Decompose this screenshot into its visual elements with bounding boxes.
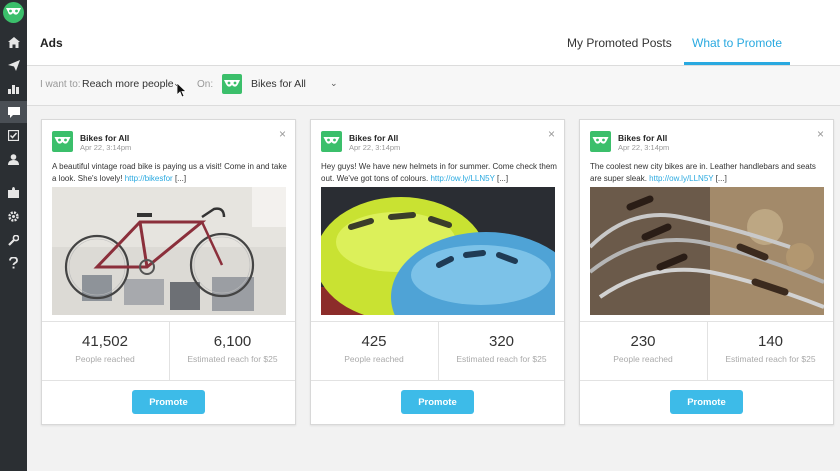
- goal-label: I want to:: [40, 79, 81, 90]
- post-link[interactable]: http://ow.ly/LLN5Y: [430, 174, 494, 183]
- post-date: Apr 22, 3:14pm: [618, 143, 670, 152]
- vintage-road-bike-photo: [52, 187, 286, 315]
- tab-my-promoted-posts[interactable]: My Promoted Posts: [567, 36, 672, 50]
- post-card: Bikes for All Apr 22, 3:14pm × Hey guys!…: [310, 119, 565, 425]
- analytics-icon[interactable]: [0, 77, 27, 99]
- tab-what-to-promote[interactable]: What to Promote: [692, 36, 782, 50]
- estimated-reach-stat: 320 Estimated reach for $25: [438, 322, 564, 380]
- post-author: Bikes for All: [349, 133, 399, 143]
- post-text: A beautiful vintage road bike is paying …: [52, 162, 287, 183]
- post-author: Bikes for All: [618, 133, 668, 143]
- close-icon[interactable]: ×: [817, 128, 824, 140]
- goal-select[interactable]: Reach more people: [82, 78, 174, 90]
- estimated-reach-value: 320: [488, 333, 515, 350]
- avatar: [590, 131, 611, 152]
- helmets-photo: [321, 187, 555, 315]
- people-reached-stat: 41,502 People reached: [42, 322, 168, 380]
- on-label: On:: [197, 79, 214, 90]
- post-link[interactable]: http://bikesfor: [125, 174, 173, 183]
- post-text: The coolest new city bikes are in. Leath…: [590, 162, 816, 183]
- apps-icon[interactable]: [0, 181, 27, 203]
- profile-chevron-down-icon[interactable]: ⌄: [330, 78, 338, 89]
- estimated-reach-label: Estimated reach for $25: [187, 354, 278, 364]
- mouse-cursor-icon: [176, 82, 188, 103]
- post-text: Hey guys! We have new helmets in for sum…: [321, 162, 557, 183]
- promote-button[interactable]: Promote: [670, 390, 743, 414]
- post-stats: 41,502 People reached 6,100 Estimated re…: [42, 321, 295, 381]
- close-icon[interactable]: ×: [279, 128, 286, 140]
- city-bikes-photo: [590, 187, 824, 315]
- profile-avatar: [222, 74, 242, 94]
- estimated-reach-label: Estimated reach for $25: [456, 354, 547, 364]
- home-icon[interactable]: [0, 31, 27, 53]
- post-card: Bikes for All Apr 22, 3:14pm × A beautif…: [41, 119, 296, 425]
- estimated-reach-value: 140: [757, 333, 784, 350]
- people-reached-label: People reached: [75, 354, 135, 364]
- owl-logo-icon[interactable]: [3, 2, 24, 23]
- people-reached-value: 425: [361, 333, 387, 350]
- ads-icon[interactable]: [0, 101, 27, 123]
- estimated-reach-stat: 140 Estimated reach for $25: [707, 322, 833, 380]
- header: Ads My Promoted Posts What to Promote: [27, 0, 840, 66]
- profile-select[interactable]: Bikes for All: [251, 78, 306, 90]
- post-stats: 230 People reached 140 Estimated reach f…: [580, 321, 833, 381]
- people-reached-label: People reached: [344, 354, 404, 364]
- people-reached-stat: 230 People reached: [580, 322, 706, 380]
- send-icon[interactable]: [0, 54, 27, 76]
- post-card: Bikes for All Apr 22, 3:14pm × The coole…: [579, 119, 834, 425]
- people-reached-stat: 425 People reached: [311, 322, 437, 380]
- post-link[interactable]: http://ow.ly/LLN5Y: [649, 174, 713, 183]
- post-date: Apr 22, 3:14pm: [349, 143, 401, 152]
- post-author: Bikes for All: [80, 133, 130, 143]
- sidebar: [0, 0, 27, 471]
- avatar: [321, 131, 342, 152]
- contacts-icon[interactable]: [0, 148, 27, 170]
- settings-icon[interactable]: [0, 205, 27, 227]
- close-icon[interactable]: ×: [548, 128, 555, 140]
- filter-bar: I want to: Reach more people ⌄ On: Bikes…: [27, 66, 840, 106]
- tools-icon[interactable]: [0, 229, 27, 251]
- post-date: Apr 22, 3:14pm: [80, 143, 132, 152]
- assignments-icon[interactable]: [0, 124, 27, 146]
- estimated-reach-stat: 6,100 Estimated reach for $25: [169, 322, 295, 380]
- people-reached-label: People reached: [613, 354, 673, 364]
- post-stats: 425 People reached 320 Estimated reach f…: [311, 321, 564, 381]
- active-tab-indicator: [684, 62, 790, 65]
- estimated-reach-label: Estimated reach for $25: [725, 354, 816, 364]
- estimated-reach-value: 6,100: [213, 333, 252, 350]
- help-icon[interactable]: [0, 252, 27, 274]
- promote-button[interactable]: Promote: [132, 390, 205, 414]
- avatar: [52, 131, 73, 152]
- people-reached-value: 41,502: [82, 333, 128, 350]
- people-reached-value: 230: [630, 333, 656, 350]
- page-title: Ads: [40, 36, 63, 50]
- promote-button[interactable]: Promote: [401, 390, 474, 414]
